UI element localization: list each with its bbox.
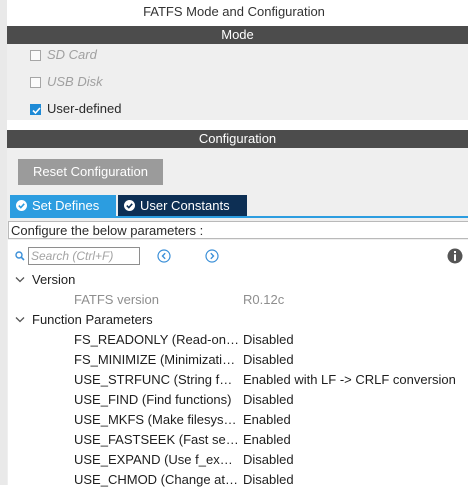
usb-disk-checkbox: [30, 77, 41, 88]
user-defined-label: User-defined: [47, 101, 122, 116]
check-icon: [32, 107, 41, 115]
reset-configuration-button[interactable]: Reset Configuration: [18, 159, 163, 185]
parameter-name: FATFS version: [74, 292, 160, 307]
window-title: FATFS Mode and Configuration: [143, 4, 325, 19]
chevron-down-icon[interactable]: [15, 276, 25, 284]
parameter-row[interactable]: USE_FASTSEEK (Fast seek function) Enable…: [0, 430, 468, 450]
tab-set-defines[interactable]: Set Defines: [10, 195, 116, 216]
sd-card-checkbox: [30, 50, 41, 61]
parameter-row[interactable]: USE_STRFUNC (String functions) Enabled w…: [0, 370, 468, 390]
usb-disk-label: USB Disk: [47, 74, 103, 89]
parameter-name: USE_FIND (Find functions): [74, 392, 232, 407]
parameter-value[interactable]: Enabled: [243, 410, 291, 430]
parameter-row[interactable]: USE_EXPAND (Use f_expand function) Disab…: [0, 450, 468, 470]
sd-card-label: SD Card: [47, 47, 97, 62]
parameter-row[interactable]: FS_MINIMIZE (Minimization level) Disable…: [0, 350, 468, 370]
tab-user-constants[interactable]: User Constants: [118, 195, 247, 216]
check-circle-icon: [16, 200, 27, 211]
parameter-name: USE_STRFUNC (String functions): [74, 372, 239, 387]
parameter-name: USE_MKFS (Make filesystem function): [74, 412, 239, 427]
parameter-name: USE_FASTSEEK (Fast seek function): [74, 432, 239, 447]
tab-underline: [10, 216, 468, 218]
search-next-icon[interactable]: [205, 249, 219, 263]
parameter-value[interactable]: Disabled: [243, 450, 294, 470]
parameter-row[interactable]: USE_FIND (Find functions) Disabled: [0, 390, 468, 410]
info-icon[interactable]: [447, 248, 463, 264]
group-function-parameters-label: Function Parameters: [32, 312, 153, 327]
parameter-row[interactable]: USE_MKFS (Make filesystem function) Enab…: [0, 410, 468, 430]
parameter-value[interactable]: Disabled: [243, 350, 294, 370]
chevron-down-icon[interactable]: [15, 316, 25, 324]
search-previous-icon[interactable]: [157, 249, 171, 263]
parameter-value: R0.12c: [243, 292, 285, 307]
parameter-row[interactable]: FS_READONLY (Read-only mode) Disabled: [0, 330, 468, 350]
parameter-value[interactable]: Disabled: [243, 390, 294, 410]
parameter-name: FS_MINIMIZE (Minimization level): [74, 352, 239, 367]
parameter-value[interactable]: Disabled: [243, 470, 294, 490]
parameter-name: USE_CHMOD (Change attributes function): [74, 472, 239, 487]
check-circle-icon: [124, 200, 135, 211]
mode-header: Mode: [7, 26, 468, 44]
description-text: Configure the below parameters :: [11, 223, 204, 238]
parameter-value[interactable]: Enabled: [243, 430, 291, 450]
parameter-value[interactable]: Enabled with LF -> CRLF conversion: [243, 370, 456, 390]
search-input[interactable]: [28, 247, 140, 265]
tab-user-constants-label: User Constants: [140, 198, 230, 213]
search-icon: [15, 251, 25, 261]
parameter-name: USE_EXPAND (Use f_expand function): [74, 452, 239, 467]
configuration-header: Configuration: [7, 130, 468, 148]
tab-set-defines-label: Set Defines: [32, 198, 100, 213]
parameter-row[interactable]: USE_CHMOD (Change attributes function) D…: [0, 470, 468, 490]
parameter-name: FS_READONLY (Read-only mode): [74, 332, 239, 347]
group-version-label: Version: [32, 272, 76, 287]
description-box: Configure the below parameters :: [8, 221, 468, 239]
user-defined-checkbox[interactable]: [30, 104, 41, 115]
parameter-value[interactable]: Disabled: [243, 330, 294, 350]
parameter-row: FATFS version R0.12c: [0, 290, 468, 310]
